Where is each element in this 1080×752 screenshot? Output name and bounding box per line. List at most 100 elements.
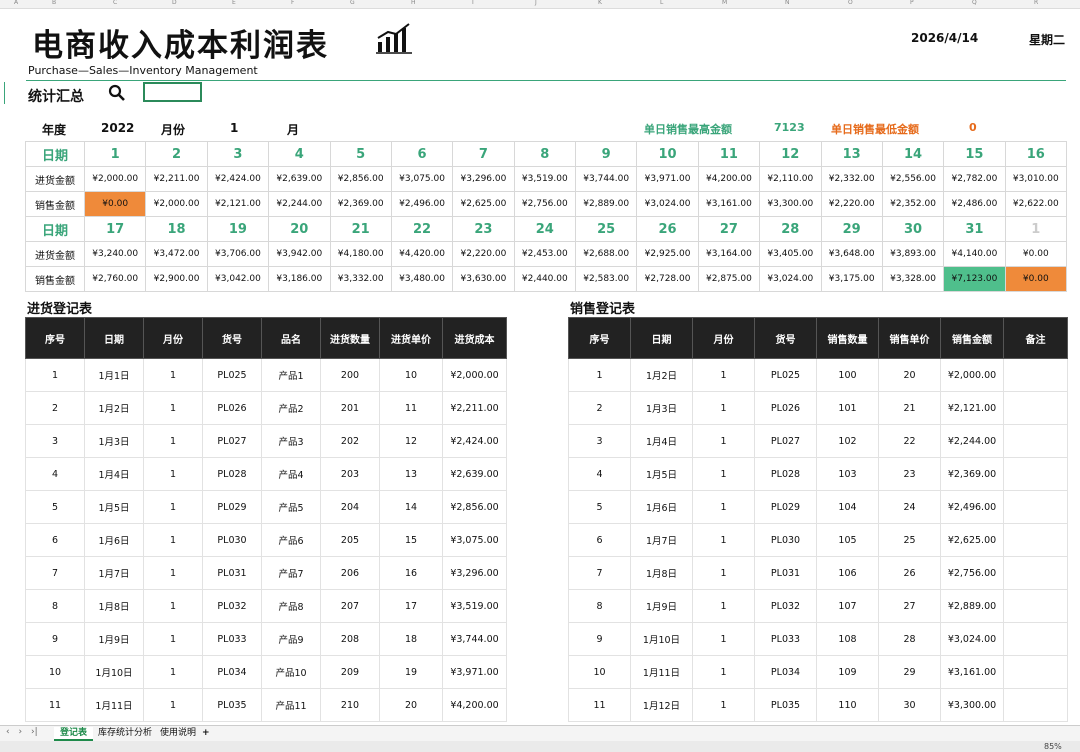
table-cell[interactable]: 产品11 [261, 688, 321, 722]
column-letter[interactable]: P [910, 0, 914, 7]
table-cell[interactable]: 1 [568, 358, 631, 392]
table-cell[interactable]: 21 [878, 391, 941, 425]
sales-amount-cell[interactable]: ¥2,625.00 [452, 191, 515, 217]
table-cell[interactable]: 29 [878, 655, 941, 689]
sales-amount-cell[interactable]: ¥2,900.00 [145, 266, 208, 292]
sales-amount-cell[interactable]: ¥3,186.00 [268, 266, 331, 292]
table-cell[interactable]: ¥3,971.00 [442, 655, 507, 689]
day-number[interactable]: 4 [268, 141, 331, 167]
table-cell[interactable]: 1 [692, 490, 755, 524]
table-cell[interactable]: 103 [816, 457, 879, 491]
purchase-amount-cell[interactable]: ¥2,782.00 [943, 166, 1006, 192]
table-cell[interactable]: 1月5日 [84, 490, 144, 524]
table-cell[interactable]: 1月5日 [630, 457, 693, 491]
table-cell[interactable]: 107 [816, 589, 879, 623]
column-header[interactable]: 货号 [202, 317, 262, 359]
table-cell[interactable]: ¥2,424.00 [442, 424, 507, 458]
sales-amount-cell[interactable]: ¥2,486.00 [943, 191, 1006, 217]
purchase-amount-cell[interactable]: ¥4,200.00 [697, 166, 761, 192]
column-letter[interactable]: G [350, 0, 355, 7]
table-cell[interactable]: PL032 [202, 589, 262, 623]
column-header[interactable]: 进货单价 [379, 317, 443, 359]
column-letter[interactable]: J [535, 0, 537, 7]
sales-amount-cell[interactable]: ¥3,630.00 [452, 266, 515, 292]
table-cell[interactable]: 1月12日 [630, 688, 693, 722]
table-cell[interactable]: 28 [878, 622, 941, 656]
table-cell[interactable]: 1 [143, 391, 203, 425]
table-cell[interactable] [1003, 655, 1068, 689]
sales-amount-cell[interactable]: ¥2,583.00 [574, 266, 638, 292]
table-cell[interactable]: 1 [692, 622, 755, 656]
purchase-amount-cell[interactable]: ¥3,744.00 [574, 166, 638, 192]
table-cell[interactable] [1003, 688, 1068, 722]
table-cell[interactable] [1003, 424, 1068, 458]
sales-amount-cell[interactable]: ¥2,121.00 [206, 191, 270, 217]
sales-amount-cell[interactable]: ¥3,332.00 [329, 266, 392, 292]
table-cell[interactable]: 6 [568, 523, 631, 557]
purchase-amount-cell[interactable]: ¥0.00 [1004, 241, 1068, 267]
table-cell[interactable]: 1 [143, 424, 203, 458]
table-cell[interactable]: 1月3日 [84, 424, 144, 458]
column-letter[interactable]: Q [972, 0, 977, 7]
tab-register[interactable]: 登记表 [54, 727, 94, 741]
purchase-amount-cell[interactable]: ¥3,893.00 [881, 241, 945, 267]
table-cell[interactable]: 1 [692, 424, 755, 458]
column-letter[interactable]: D [172, 0, 177, 7]
tab-inventory-analysis[interactable]: 库存统计分析 [92, 727, 158, 739]
sales-amount-cell[interactable]: ¥3,300.00 [759, 191, 822, 217]
day-number[interactable]: 15 [943, 141, 1006, 167]
purchase-row-label[interactable]: 进货金额 [25, 166, 85, 192]
table-cell[interactable]: 7 [568, 556, 631, 590]
table-cell[interactable] [1003, 358, 1068, 392]
table-cell[interactable]: 105 [816, 523, 879, 557]
table-cell[interactable]: 20 [379, 688, 443, 722]
table-cell[interactable]: 产品2 [261, 391, 321, 425]
table-cell[interactable]: 27 [878, 589, 941, 623]
table-cell[interactable]: 1月2日 [630, 358, 693, 392]
sales-amount-cell[interactable]: ¥3,161.00 [697, 191, 761, 217]
table-cell[interactable]: 109 [816, 655, 879, 689]
column-letter[interactable]: B [52, 0, 56, 7]
day-number[interactable]: 7 [452, 141, 515, 167]
table-cell[interactable] [1003, 457, 1068, 491]
purchase-amount-cell[interactable]: ¥2,332.00 [820, 166, 883, 192]
table-cell[interactable]: PL027 [202, 424, 262, 458]
table-cell[interactable]: 产品10 [261, 655, 321, 689]
table-cell[interactable]: 203 [320, 457, 380, 491]
table-cell[interactable]: 11 [379, 391, 443, 425]
table-cell[interactable]: ¥4,200.00 [442, 688, 507, 722]
last-sheet-icon[interactable]: ›| [31, 727, 38, 737]
column-letter[interactable]: H [411, 0, 416, 7]
column-letter[interactable]: O [848, 0, 853, 7]
table-cell[interactable]: 20 [878, 358, 941, 392]
table-cell[interactable]: 108 [816, 622, 879, 656]
table-cell[interactable]: 1 [143, 589, 203, 623]
day-number[interactable]: 24 [513, 216, 577, 242]
table-cell[interactable]: PL029 [754, 490, 817, 524]
purchase-amount-cell[interactable]: ¥2,211.00 [145, 166, 208, 192]
table-cell[interactable]: 1月11日 [84, 688, 144, 722]
purchase-amount-cell[interactable]: ¥3,519.00 [513, 166, 577, 192]
column-letter[interactable]: A [14, 0, 18, 7]
table-cell[interactable]: 1月3日 [630, 391, 693, 425]
table-cell[interactable]: 4 [25, 457, 85, 491]
purchase-amount-cell[interactable]: ¥2,424.00 [206, 166, 270, 192]
table-cell[interactable]: 30 [878, 688, 941, 722]
table-cell[interactable]: 2 [25, 391, 85, 425]
table-cell[interactable]: 1月8日 [84, 589, 144, 623]
table-cell[interactable]: 1 [143, 688, 203, 722]
sales-amount-cell[interactable]: ¥7,123.00 [943, 266, 1006, 292]
table-cell[interactable]: 14 [379, 490, 443, 524]
table-cell[interactable]: 22 [878, 424, 941, 458]
table-cell[interactable]: ¥2,856.00 [442, 490, 507, 524]
day-number[interactable]: 16 [1004, 141, 1068, 167]
day-number[interactable]: 9 [574, 141, 638, 167]
purchase-amount-cell[interactable]: ¥2,856.00 [329, 166, 392, 192]
column-header[interactable]: 序号 [568, 317, 631, 359]
purchase-amount-cell[interactable]: ¥3,164.00 [697, 241, 761, 267]
table-cell[interactable]: 13 [379, 457, 443, 491]
sales-amount-cell[interactable]: ¥2,728.00 [636, 266, 699, 292]
table-cell[interactable]: 210 [320, 688, 380, 722]
table-cell[interactable]: 16 [379, 556, 443, 590]
column-header[interactable]: 销售金额 [940, 317, 1004, 359]
